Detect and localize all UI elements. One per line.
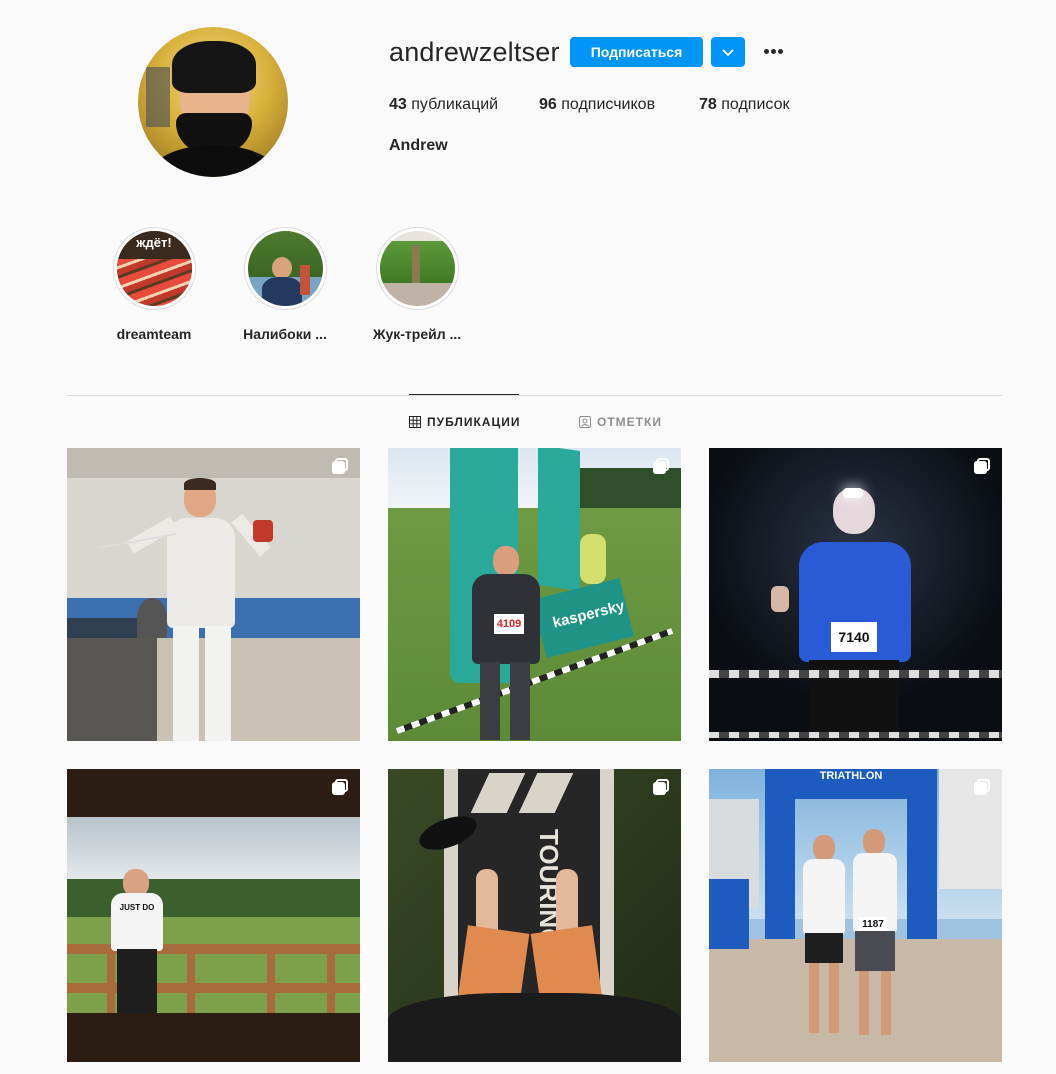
- posts-count-stat: 43 публикаций: [389, 96, 499, 113]
- race-bib: 7140: [831, 622, 877, 652]
- highlight-zhuk-trail[interactable]: Жук-трейл ...: [357, 227, 477, 342]
- carousel-icon: [332, 779, 348, 795]
- carousel-icon: [332, 458, 348, 474]
- carousel-icon: [974, 458, 990, 474]
- active-tab-indicator: [409, 394, 519, 395]
- highlight-cover: [247, 231, 323, 306]
- dot-icon: [771, 49, 776, 54]
- more-options-button[interactable]: [762, 40, 786, 64]
- avatar-body: [150, 145, 278, 177]
- arch-text: TRIATHLON: [819, 770, 883, 782]
- highlight-label: dreamteam: [116, 326, 192, 342]
- highlight-nalibaki[interactable]: Налибоки ...: [225, 227, 345, 342]
- post-thumbnail[interactable]: TOURING: [388, 769, 681, 1062]
- grid-icon: [409, 416, 421, 428]
- carousel-icon: [974, 779, 990, 795]
- suggestions-dropdown-button[interactable]: [711, 37, 745, 67]
- dot-icon: [778, 49, 783, 54]
- tabs-divider: [67, 395, 1002, 396]
- post-thumbnail[interactable]: JUST DO: [67, 769, 360, 1062]
- tagged-icon: [579, 416, 591, 428]
- tab-tagged[interactable]: ОТМЕТКИ: [579, 415, 662, 429]
- follow-button[interactable]: Подписаться: [570, 37, 703, 67]
- highlight-ring: [243, 227, 327, 310]
- profile-username: andrewzeltser: [389, 37, 560, 67]
- highlight-cover: [379, 231, 455, 306]
- post-thumbnail[interactable]: kaspersky 4109: [388, 448, 681, 741]
- carousel-icon: [653, 779, 669, 795]
- followers-count-stat[interactable]: 96 подписчиков: [539, 96, 655, 114]
- tab-posts[interactable]: ПУБЛИКАЦИИ: [409, 415, 520, 429]
- carousel-icon: [653, 458, 669, 474]
- shirt-text: JUST DO: [119, 903, 155, 912]
- highlight-cover: ждёт!: [116, 231, 192, 306]
- avatar-hat: [172, 41, 256, 93]
- highlight-label: Налибоки ...: [243, 326, 327, 342]
- post-thumbnail[interactable]: [67, 448, 360, 741]
- following-count-stat[interactable]: 78 подписок: [699, 96, 789, 114]
- profile-avatar[interactable]: [138, 27, 288, 177]
- dot-icon: [764, 49, 769, 54]
- highlight-dreamteam[interactable]: ждёт! dreamteam: [94, 227, 214, 342]
- post-thumbnail[interactable]: TRIATHLON 1187: [709, 769, 1002, 1062]
- race-bib: 4109: [494, 614, 524, 634]
- post-thumbnail[interactable]: 7140: [709, 448, 1002, 741]
- avatar-background-light: [146, 67, 170, 127]
- highlight-label: Жук-трейл ...: [372, 326, 462, 342]
- highlight-ring: [375, 227, 459, 310]
- profile-full-name: Andrew: [389, 137, 448, 154]
- tab-tagged-label: ОТМЕТКИ: [597, 415, 662, 429]
- highlight-ring: ждёт!: [112, 227, 196, 310]
- chevron-down-icon: [722, 49, 734, 57]
- highlight-badge-text: ждёт!: [136, 235, 172, 250]
- tab-posts-label: ПУБЛИКАЦИИ: [427, 415, 521, 429]
